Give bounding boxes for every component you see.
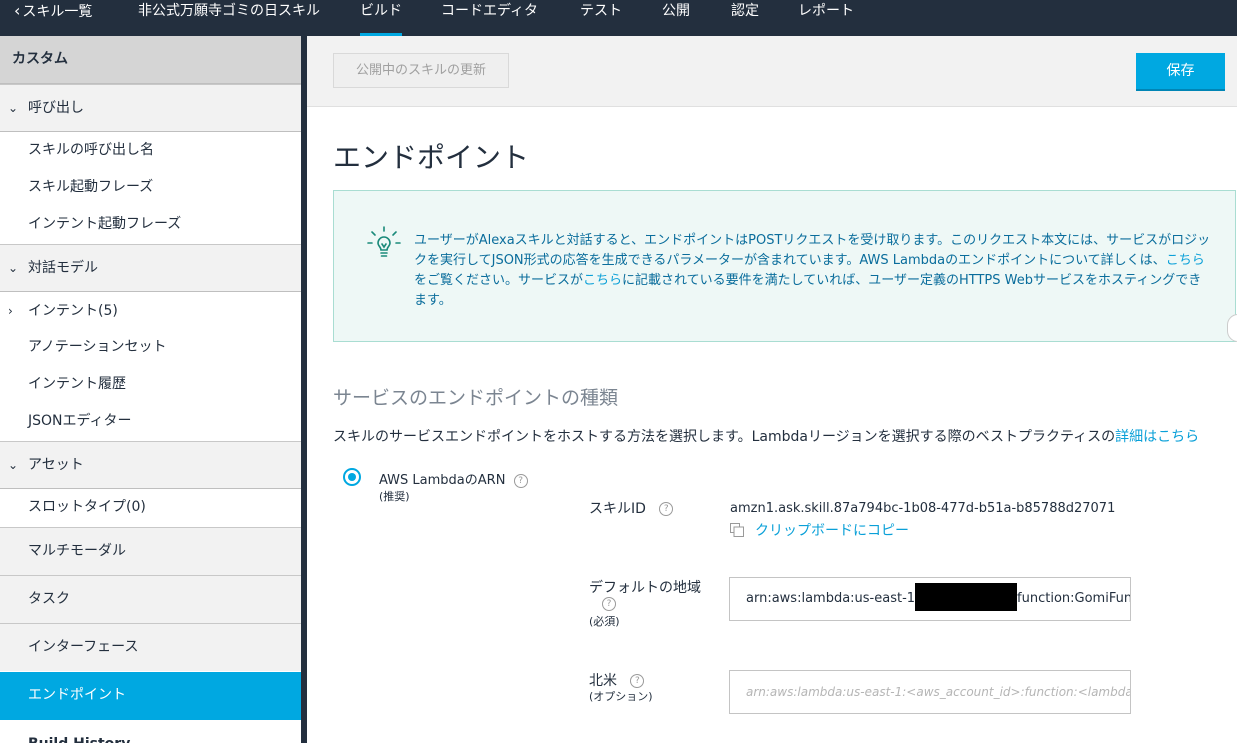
lightbulb-icon — [367, 226, 401, 257]
sidebar-item-label: インテント起動フレーズ — [28, 216, 182, 232]
sidebar-section-dialog-model[interactable]: ⌄ 対話モデル — [0, 244, 301, 292]
default-region-arn-input[interactable]: arn:aws:lambda:us-east-1 function:GomiFun… — [729, 577, 1131, 621]
sidebar-item-label: JSONエディター — [28, 413, 132, 429]
sidebar-section-assets[interactable]: ⌄ アセット — [0, 441, 301, 489]
help-icon[interactable]: ? — [659, 502, 674, 516]
chevron-down-icon: ⌄ — [8, 101, 19, 115]
aws-lambda-arn-radio[interactable] — [343, 468, 361, 486]
sidebar-section-invocation[interactable]: ⌄ 呼び出し — [0, 84, 301, 132]
sidebar-section-label: 呼び出し — [28, 100, 84, 116]
arn-prefix: arn:aws:lambda:us-east-1 — [746, 591, 916, 606]
info-text: ユーザーがAlexaスキルと対話すると、エンドポイントはPOSTリクエストを受け… — [414, 231, 1214, 311]
sidebar-item-interfaces[interactable]: インターフェース — [0, 623, 301, 671]
skill-id-label-text: スキルID — [589, 501, 646, 517]
north-america-label: 北米 ? — [589, 670, 645, 690]
tab-build[interactable]: ビルド — [360, 0, 402, 36]
info-link-requirements[interactable]: こちら — [583, 273, 622, 288]
top-nav: ‹ スキル一覧 非公式万願寺ゴミの日スキル ビルド コードエディタ テスト 公開 … — [0, 0, 1237, 36]
sidebar-custom-header: カスタム — [0, 36, 301, 84]
tab-certification[interactable]: 認定 — [731, 0, 759, 36]
sidebar-item-label: スキルの呼び出し名 — [28, 142, 154, 158]
learn-more-link[interactable]: 詳細はこちら — [1115, 429, 1199, 445]
default-region-label: デフォルトの地域 — [589, 580, 701, 596]
chevron-down-icon: ⌄ — [8, 458, 19, 472]
recommended-label: (推奨) — [379, 490, 410, 503]
sidebar-item-invocation-name[interactable]: スキルの呼び出し名 — [0, 132, 301, 169]
sidebar: カスタム ⌄ 呼び出し スキルの呼び出し名 スキル起動フレーズ インテント起動フ… — [0, 36, 301, 743]
back-label: スキル一覧 — [22, 4, 93, 20]
chevron-down-icon: ⌄ — [8, 261, 19, 275]
help-icon[interactable]: ? — [513, 473, 528, 488]
sidebar-item-label: タスク — [28, 591, 70, 607]
copy-to-clipboard-link[interactable]: クリップボードにコピー — [755, 520, 909, 540]
sidebar-item-label: マルチモーダル — [28, 543, 126, 559]
sidebar-item-label: スロットタイプ(0) — [28, 499, 146, 515]
sidebar-item-label: インターフェース — [28, 639, 139, 655]
sidebar-item-label: スキル起動フレーズ — [28, 179, 154, 195]
arn-suffix: function:GomiFunc — [1017, 591, 1131, 606]
info-box: ユーザーがAlexaスキルと対話すると、エンドポイントはPOSTリクエストを受け… — [333, 190, 1236, 342]
sidebar-item-label: Build History — [28, 726, 130, 743]
sidebar-section-label: 対話モデル — [28, 260, 98, 276]
sidebar-item-endpoint[interactable]: エンドポイント — [0, 672, 301, 720]
sidebar-item-label: インテント履歴 — [28, 376, 126, 392]
copy-icon[interactable] — [730, 523, 744, 537]
section-title: サービスのエンドポイントの種類 — [333, 387, 619, 409]
section-description-text: スキルのサービスエンドポイントをホストする方法を選択します。Lambdaリージョ… — [333, 429, 1116, 445]
tab-build-label: ビルド — [360, 3, 402, 19]
help-icon[interactable]: ? — [602, 597, 616, 611]
sidebar-item-label: インテント(5) — [28, 303, 118, 319]
sidebar-section-label: アセット — [28, 457, 84, 473]
side-panel-handle[interactable] — [1227, 314, 1237, 342]
redacted-account-id — [915, 583, 1018, 611]
sidebar-item-json-editor[interactable]: JSONエディター — [0, 403, 301, 440]
tab-test[interactable]: テスト — [580, 0, 622, 36]
sidebar-item-label: エンドポイント — [28, 687, 126, 703]
optional-label: (オプション) — [589, 690, 653, 703]
skill-id-value: amzn1.ask.skill.87a794bc-1b08-477d-b51a-… — [730, 501, 1116, 516]
page-title: エンドポイント — [333, 141, 530, 174]
sidebar-item-label: アノテーションセット — [28, 339, 167, 355]
chevron-left-icon: ‹ — [14, 1, 21, 20]
chevron-right-icon: › — [8, 304, 13, 318]
default-region-help: ? — [602, 596, 616, 612]
tab-code-editor[interactable]: コードエディタ — [441, 0, 538, 36]
sidebar-item-annotation-sets[interactable]: アノテーションセット — [0, 329, 301, 366]
help-icon[interactable]: ? — [630, 674, 645, 688]
sidebar-item-multimodal[interactable]: マルチモーダル — [0, 527, 301, 575]
main-content: 公開中のスキルの更新 保存 エンドポイント ユーザーがAlexaスキルと対話する… — [307, 36, 1237, 743]
tab-publish[interactable]: 公開 — [662, 0, 690, 36]
toolbar: 公開中のスキルの更新 保存 — [307, 36, 1237, 107]
update-live-skill-button[interactable]: 公開中のスキルの更新 — [333, 53, 509, 88]
sidebar-item-skill-launch-phrases[interactable]: スキル起動フレーズ — [0, 169, 301, 206]
north-america-label-text: 北米 — [589, 673, 617, 689]
sidebar-item-intent-history[interactable]: インテント履歴 — [0, 366, 301, 403]
section-description: スキルのサービスエンドポイントをホストする方法を選択します。Lambdaリージョ… — [333, 426, 1199, 446]
info-text-part: をご覧ください。サービスが — [414, 273, 584, 288]
required-label: (必須) — [589, 615, 620, 628]
tab-reports[interactable]: レポート — [798, 0, 854, 36]
save-button[interactable]: 保存 — [1136, 53, 1225, 89]
skill-name: 非公式万願寺ゴミの日スキル — [138, 3, 320, 19]
sidebar-item-slot-types[interactable]: スロットタイプ(0) — [0, 489, 301, 526]
info-text-part: ユーザーがAlexaスキルと対話すると、エンドポイントはPOSTリクエストを受け… — [414, 233, 1211, 268]
skill-id-label: スキルID ? — [589, 498, 674, 518]
info-link-lambda-docs[interactable]: こちら — [1166, 253, 1205, 268]
sidebar-item-intents[interactable]: › インテント(5) — [0, 293, 301, 330]
aws-lambda-arn-label: AWS LambdaのARN ? — [379, 469, 528, 488]
sidebar-item-intent-launch-phrases[interactable]: インテント起動フレーズ — [0, 206, 301, 243]
north-america-arn-input[interactable]: arn:aws:lambda:us-east-1:<aws_account_id… — [729, 670, 1131, 714]
back-to-skills-link[interactable]: ‹ スキル一覧 — [14, 0, 92, 36]
sidebar-item-build-history[interactable]: Build History — [0, 726, 301, 743]
radio-label-text: AWS LambdaのARN — [379, 473, 506, 488]
sidebar-item-tasks[interactable]: タスク — [0, 575, 301, 623]
